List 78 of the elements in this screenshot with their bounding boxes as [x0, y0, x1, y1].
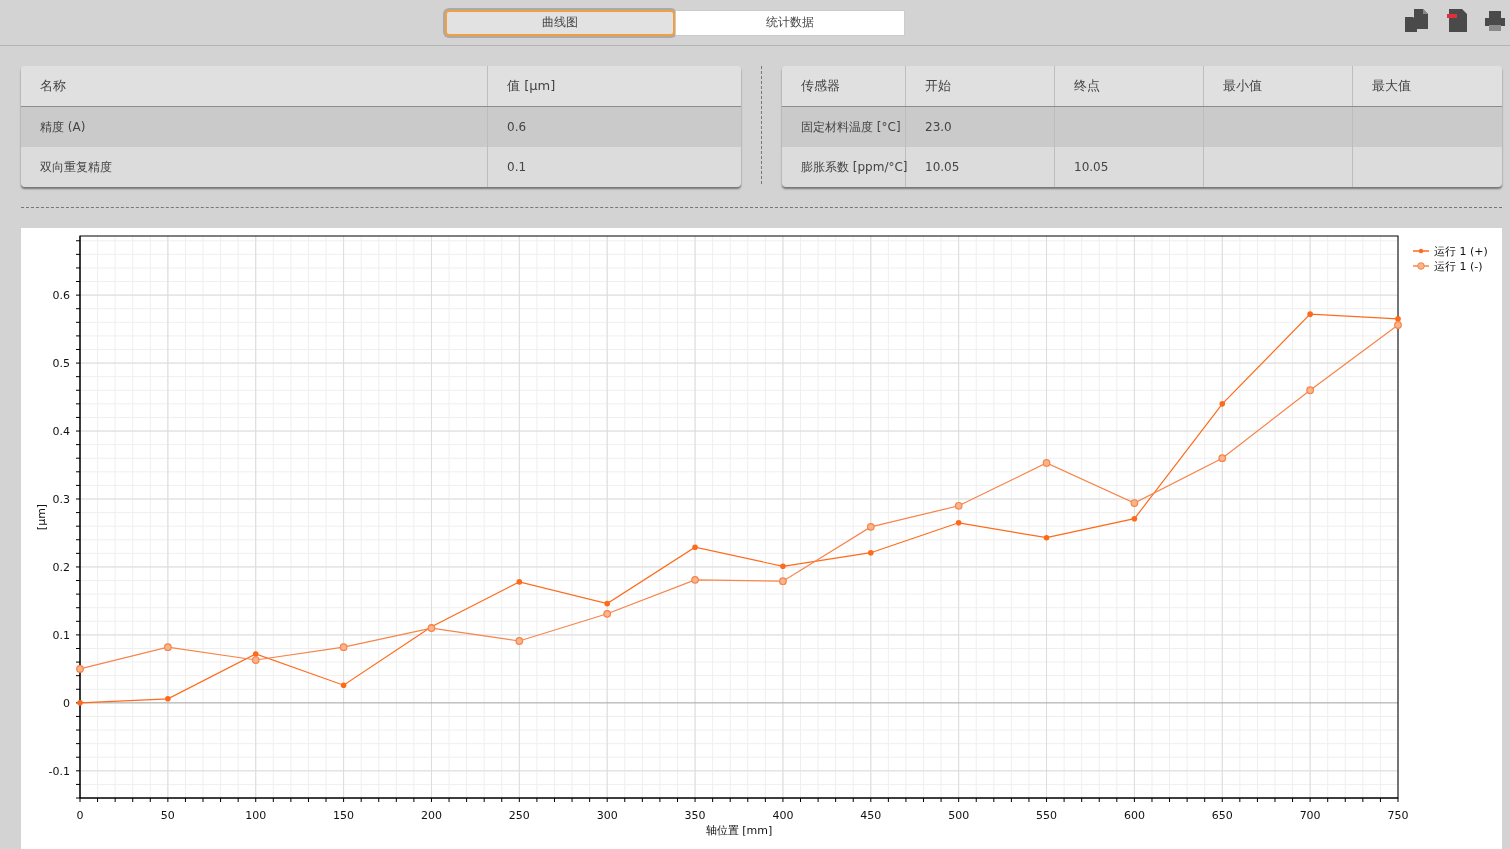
table-cell-text: 0.1 [506, 159, 528, 176]
data-point [692, 544, 698, 551]
data-point [1043, 534, 1050, 541]
x-tick-label: 150 [333, 809, 355, 822]
x-tick-label: 500 [948, 809, 970, 822]
data-point [163, 643, 172, 652]
x-tick-label: 650 [1211, 809, 1233, 822]
data-point [516, 579, 523, 585]
legend-marker-icon [1412, 248, 1430, 254]
table-cell: 双向重复精度 [21, 147, 488, 187]
data-point [339, 643, 348, 652]
y-tick-label: -0.1 [48, 764, 70, 778]
y-tick-label: 0.3 [52, 493, 70, 506]
x-tick-label: 400 [772, 809, 794, 822]
data-point [165, 696, 171, 702]
data-point [1131, 515, 1138, 522]
view-tab[interactable]: 曲线图 [445, 9, 675, 36]
data-point [76, 665, 84, 673]
x-axis-title: 轴位置 [mm] [705, 824, 773, 837]
data-point [603, 609, 612, 618]
data-point [779, 577, 787, 586]
data-point [1218, 454, 1227, 463]
data-point [1130, 499, 1139, 507]
table-cell: 固定材料温度 [°C] [782, 107, 906, 147]
data-point [691, 575, 699, 584]
y-tick-label: 0.1 [52, 628, 70, 642]
copy-icon[interactable] [1404, 8, 1430, 33]
data-point [427, 624, 436, 632]
x-tick-label: 300 [596, 809, 618, 822]
legend-marker-icon [1412, 262, 1430, 270]
table-cell: 10.05 [1055, 147, 1204, 187]
x-tick-label: 0 [76, 809, 84, 822]
table-cell: 10.05 [906, 147, 1055, 187]
x-tick-label: 550 [1036, 809, 1058, 822]
view-tab[interactable]: 统计数据 [675, 9, 905, 36]
y-tick-label: 0.6 [52, 289, 70, 303]
column-header: 最大值 [1371, 77, 1412, 95]
data-point [1042, 459, 1051, 467]
y-tick-label: 0.5 [52, 357, 70, 371]
column-header: 终点 [1055, 66, 1204, 106]
x-tick-label: 50 [160, 809, 175, 822]
legend-label: 运行 1 (-) [1434, 260, 1483, 273]
data-point [515, 637, 524, 645]
x-tick-label: 250 [508, 809, 530, 822]
table-cell-text: 0.6 [506, 119, 528, 136]
y-tick-label: 0.2 [52, 560, 70, 574]
data-point [340, 682, 347, 688]
pdf-document-icon[interactable] [1446, 8, 1468, 33]
data-point [954, 501, 963, 510]
x-tick-label: 700 [1299, 809, 1321, 822]
legend-label: 运行 1 (+) [1434, 245, 1488, 258]
column-header: 值 [µm] [506, 77, 557, 95]
data-point [868, 549, 874, 556]
x-tick-label: 100 [245, 809, 267, 822]
data-point [1307, 311, 1313, 317]
column-header: 最小值 [1204, 66, 1353, 106]
data-point [955, 520, 962, 526]
column-header: 名称 [21, 66, 488, 106]
x-tick-label: 200 [420, 809, 442, 822]
column-header: 开始 [906, 66, 1055, 106]
x-tick-label: 600 [1123, 809, 1145, 822]
table-cell: 精度 (A) [21, 107, 488, 147]
table-cell: 23.0 [906, 107, 1055, 147]
data-point [77, 700, 83, 706]
printer-icon[interactable] [1484, 9, 1506, 32]
data-point [866, 522, 875, 531]
x-tick-label: 450 [860, 809, 882, 822]
column-header: 传感器 [782, 66, 906, 106]
table-cell: 膨胀系数 [ppm/°C] [782, 147, 906, 187]
data-point [1219, 401, 1226, 407]
x-tick-label: 350 [684, 809, 706, 822]
data-point [604, 600, 610, 607]
data-point [780, 563, 786, 570]
y-axis-title: [µm] [35, 503, 48, 531]
y-tick-label: 0.4 [52, 425, 70, 439]
data-point [1306, 386, 1315, 395]
x-tick-label: 750 [1387, 809, 1409, 822]
y-tick-label: 0 [63, 696, 70, 710]
